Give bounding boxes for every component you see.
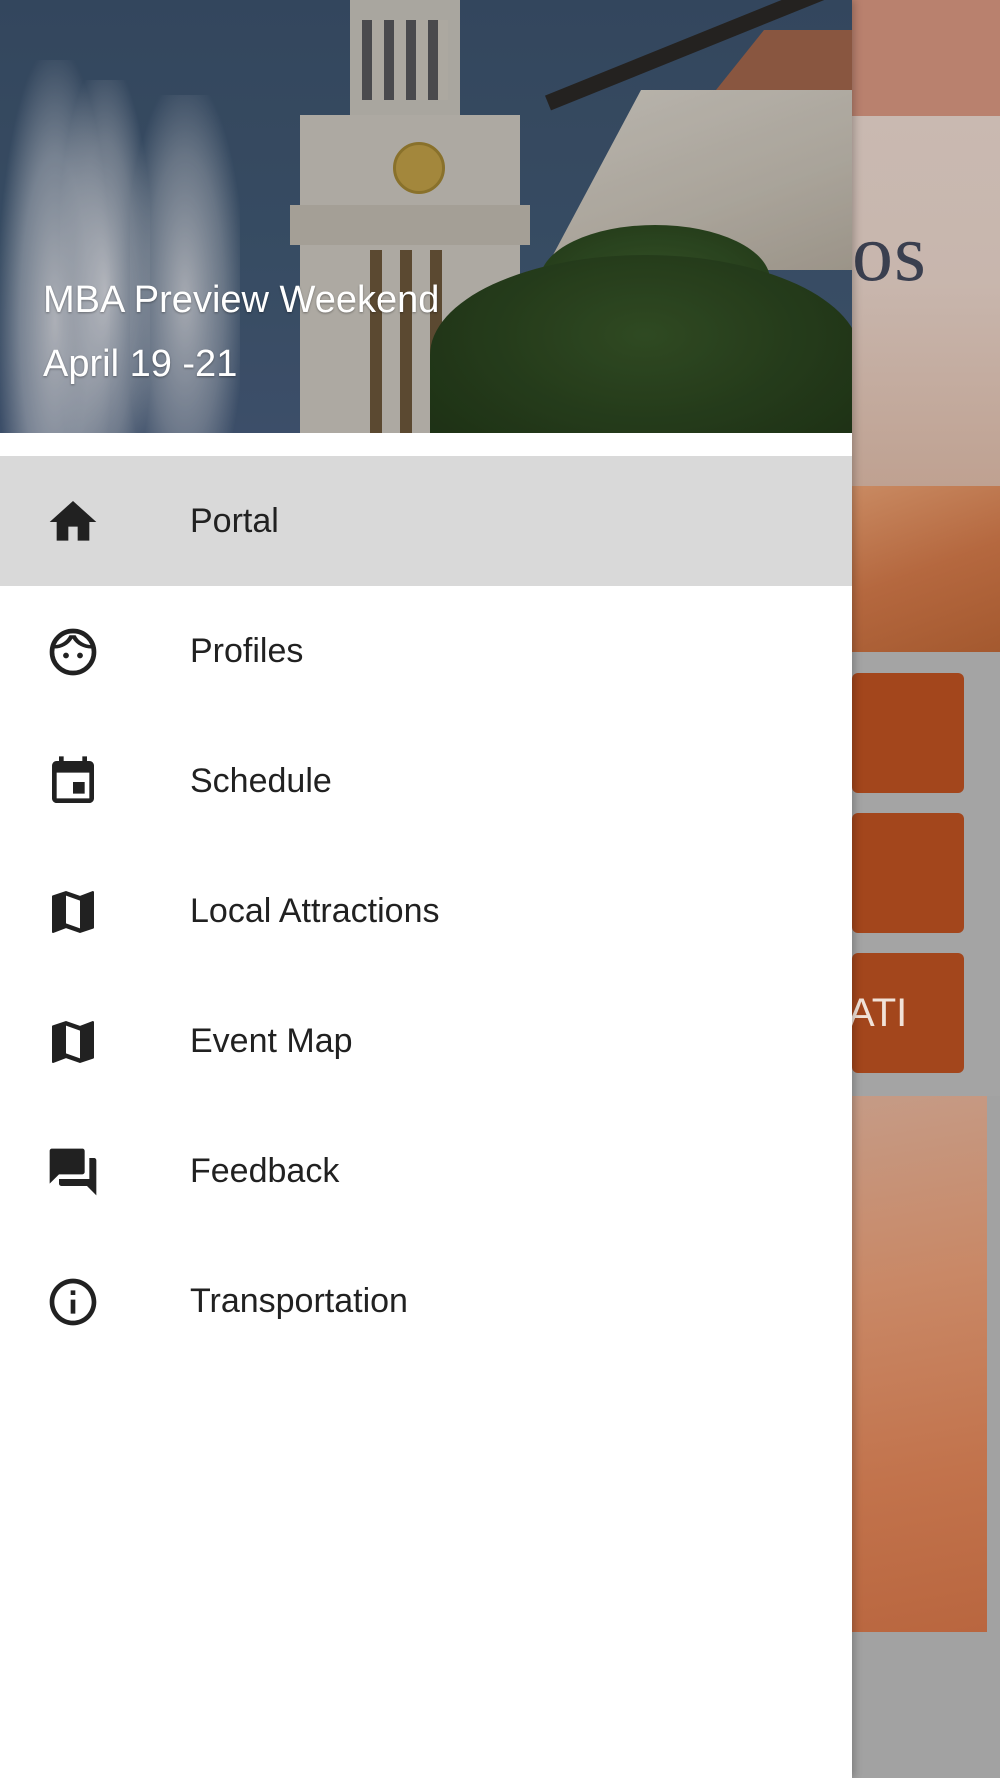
drawer-header: MBA Preview Weekend April 19 -21 <box>0 0 852 433</box>
drawer-item-profiles[interactable]: Profiles <box>0 586 852 716</box>
map-icon <box>45 1014 101 1070</box>
drawer-item-label: Portal <box>190 502 279 540</box>
drawer-item-event-map[interactable]: Event Map <box>0 976 852 1106</box>
drawer-item-feedback[interactable]: Feedback <box>0 1106 852 1236</box>
map-icon <box>45 884 101 940</box>
drawer-item-local-attractions[interactable]: Local Attractions <box>0 846 852 976</box>
background-logo-banner <box>852 116 1000 486</box>
drawer-item-label: Event Map <box>190 1022 353 1060</box>
background-button: ATI <box>852 953 964 1073</box>
drawer-item-label: Profiles <box>190 632 304 670</box>
background-footer <box>852 1632 1000 1778</box>
drawer-item-label: Transportation <box>190 1282 408 1320</box>
drawer-item-label: Schedule <box>190 762 332 800</box>
drawer-item-label: Local Attractions <box>190 892 440 930</box>
background-button-label: ATI <box>852 991 908 1035</box>
drawer-item-portal[interactable]: Portal <box>0 456 852 586</box>
drawer-item-label: Feedback <box>190 1152 340 1190</box>
drawer-menu: Portal Profiles Schedule Local Attractio… <box>0 456 852 1366</box>
drawer-title: MBA Preview Weekend <box>43 279 440 321</box>
background-photo <box>852 486 1000 652</box>
background-logo-text: os <box>852 207 927 298</box>
background-button <box>852 813 964 933</box>
home-icon <box>45 494 101 550</box>
face-icon <box>45 624 101 680</box>
drawer-item-schedule[interactable]: Schedule <box>0 716 852 846</box>
background-header-strip <box>852 0 1000 116</box>
calendar-icon <box>45 754 101 810</box>
drawer-item-transportation[interactable]: Transportation <box>0 1236 852 1366</box>
info-icon <box>45 1274 101 1330</box>
background-photo <box>852 1096 987 1632</box>
drawer-subtitle: April 19 -21 <box>43 343 238 385</box>
forum-icon <box>45 1144 101 1200</box>
navigation-drawer: MBA Preview Weekend April 19 -21 Portal … <box>0 0 852 1778</box>
background-button <box>852 673 964 793</box>
